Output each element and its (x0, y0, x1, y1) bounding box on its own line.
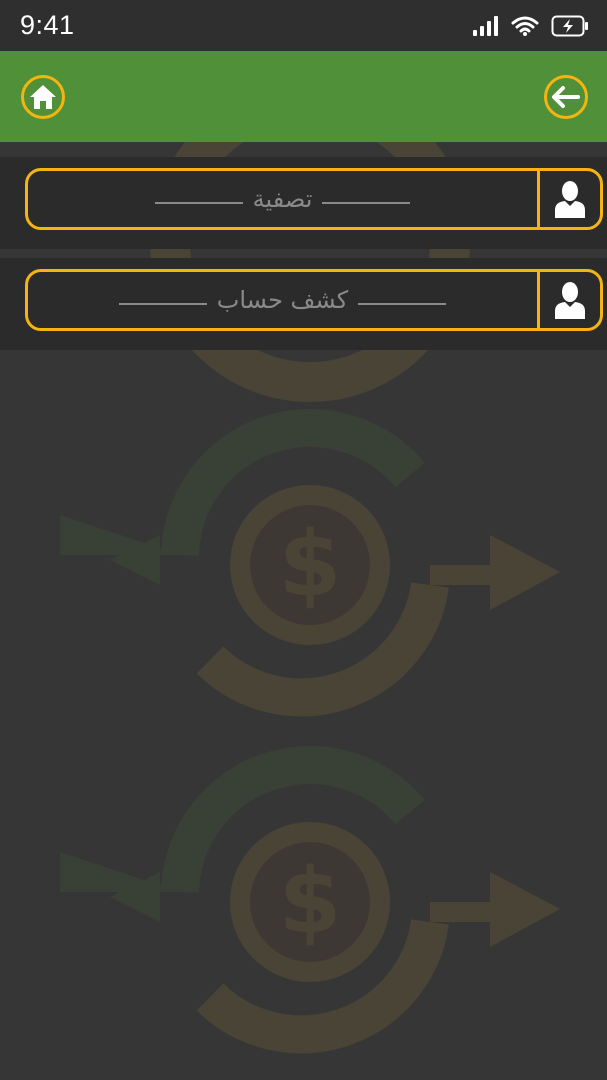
status-time: 9:41 (20, 10, 75, 40)
wifi-icon (511, 16, 539, 36)
menu-item-label: تصفية (252, 185, 313, 213)
back-button[interactable] (544, 75, 588, 119)
home-icon (30, 85, 56, 109)
signal-icon (473, 15, 498, 36)
arrow-left-icon (552, 86, 580, 108)
menu-label-area: تصفية (28, 171, 537, 227)
home-button[interactable] (21, 75, 65, 119)
status-bar: 9:41 (0, 0, 607, 51)
svg-text:$: $ (279, 849, 342, 954)
battery-charging-icon (551, 15, 588, 36)
decorative-line-right (358, 303, 447, 305)
user-icon (555, 282, 585, 319)
decorative-line-left (118, 303, 207, 305)
menu-item-label: كشف حساب (216, 286, 349, 314)
app-bar (0, 51, 607, 142)
menu-row-filter: تصفية (0, 157, 607, 249)
menu-label-area: كشف حساب (28, 272, 537, 328)
user-icon (555, 181, 585, 218)
status-icons (473, 15, 589, 37)
decorative-line-left (154, 202, 243, 204)
decorative-line-right (322, 202, 411, 204)
menu-item-account-statement[interactable]: كشف حساب (25, 269, 603, 331)
menu-icon-box (537, 171, 600, 227)
menu-icon-box (537, 272, 600, 328)
svg-text:$: $ (279, 512, 342, 617)
menu-item-filter[interactable]: تصفية (25, 168, 603, 230)
menu-row-account-statement: كشف حساب (0, 258, 607, 350)
